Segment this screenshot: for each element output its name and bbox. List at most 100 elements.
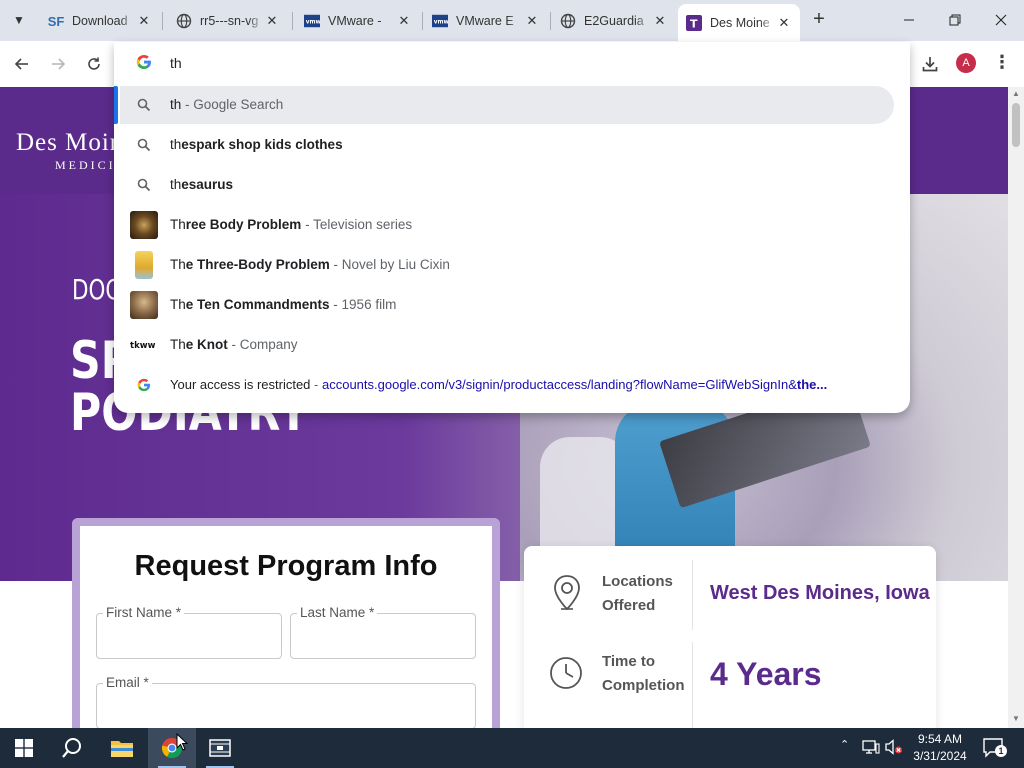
request-info-form: Request Program Info First Name * Last N… — [72, 518, 500, 728]
profile-avatar[interactable]: A — [956, 53, 976, 73]
close-icon — [995, 14, 1007, 26]
omnibox-input-text[interactable]: th — [170, 55, 182, 71]
suggestion-url-text: accounts.google.com/v3/signin/productacc… — [321, 377, 797, 392]
taskbar-media-app[interactable] — [196, 728, 244, 768]
scroll-thumb[interactable] — [1012, 103, 1020, 147]
page-title: Your access is restricted — [170, 377, 311, 392]
tab-e2guardian[interactable]: E2Guardia ✕ — [552, 6, 676, 36]
chevron-down-icon: ▼ — [13, 13, 25, 27]
completion-text: e Ten Commandments — [185, 297, 330, 312]
suggestion-text: thespark shop kids clothes — [170, 137, 343, 152]
back-button[interactable] — [8, 50, 36, 78]
restore-button[interactable] — [932, 0, 978, 40]
globe-icon — [560, 13, 576, 29]
restore-icon — [949, 14, 961, 26]
location-pin-icon — [547, 573, 587, 613]
time-label: Time to Completion — [602, 650, 692, 698]
tab-strip: ▼ SF Download ✕ rr5---sn-vg ✕ vmw VMware… — [0, 0, 1024, 41]
reload-icon — [88, 57, 100, 70]
show-hidden-icons[interactable]: ⌃ — [840, 738, 849, 751]
film-icon — [209, 739, 231, 757]
film-poster-thumbnail — [130, 291, 158, 319]
last-name-field[interactable]: Last Name * — [290, 605, 476, 659]
tab-vmware-1[interactable]: vmw VMware - ✕ — [296, 6, 420, 36]
suggestion-entity[interactable]: The Ten Commandments - 1956 film — [114, 286, 910, 324]
locations-value: West Des Moines, Iowa — [710, 582, 930, 604]
tab-rr5[interactable]: rr5---sn-vg ✕ — [168, 6, 288, 36]
minimize-icon — [904, 19, 914, 21]
address-bar[interactable]: th — [114, 42, 910, 84]
minimize-button[interactable] — [886, 0, 932, 40]
typed-text: th — [170, 177, 182, 192]
taskbar-search-button[interactable] — [48, 728, 96, 768]
tab-title: Des Moine — [710, 15, 770, 30]
taskbar-clock[interactable]: 9:54 AM 3/31/2024 — [908, 731, 972, 765]
tab-vmware-2[interactable]: vmw VMware E ✕ — [424, 6, 548, 36]
tab-download[interactable]: SF Download ✕ — [40, 6, 160, 36]
tab-des-moines[interactable]: T Des Moine ✕ — [678, 4, 800, 41]
suggestion-text: The Ten Commandments - 1956 film — [170, 297, 396, 312]
close-icon[interactable]: ✕ — [652, 13, 668, 29]
start-button[interactable] — [0, 728, 48, 768]
taskbar-file-explorer[interactable] — [98, 728, 146, 768]
reload-button[interactable] — [80, 50, 108, 78]
suggestion-search[interactable]: th - Google Search — [114, 86, 894, 124]
scroll-down-icon[interactable]: ▼ — [1008, 712, 1024, 726]
suggestion-url[interactable]: Your access is restricted - accounts.goo… — [114, 366, 910, 404]
omnibox-dropdown: th th - Google Search thespark shop kids… — [114, 42, 910, 413]
suggestion-search[interactable]: thespark shop kids clothes — [114, 126, 910, 164]
volume-muted-icon[interactable] — [885, 739, 903, 758]
tab-title: rr5---sn-vg — [200, 14, 259, 28]
label-line: Completion — [602, 677, 685, 694]
search-icon — [62, 738, 81, 758]
completion-text: espark shop kids clothes — [181, 137, 343, 152]
tab-search-button[interactable]: ▼ — [6, 8, 32, 32]
svg-text:vmw: vmw — [306, 20, 320, 26]
label-line: Locations — [602, 573, 673, 590]
last-name-label: Last Name * — [297, 605, 378, 620]
program-info-card: Locations Offered West Des Moines, Iowa … — [524, 546, 936, 728]
sf-favicon-icon: SF — [47, 13, 65, 29]
the-knot-logo-icon: tkww — [130, 331, 158, 359]
close-icon[interactable]: ✕ — [524, 13, 540, 29]
new-tab-button[interactable]: + — [808, 9, 830, 31]
email-field[interactable]: Email * — [96, 675, 476, 728]
clock-time: 9:54 AM — [917, 732, 963, 746]
page-scrollbar[interactable]: ▲ ▼ — [1008, 87, 1024, 728]
folder-icon — [111, 741, 133, 757]
dmu-favicon-icon: T — [686, 14, 702, 31]
tab-separator — [550, 12, 551, 30]
suggestion-search[interactable]: thesaurus — [114, 166, 910, 204]
suggestion-suffix: - Novel by Liu Cixin — [329, 257, 450, 272]
close-icon[interactable]: ✕ — [264, 13, 280, 29]
book-cover-thumbnail — [130, 251, 158, 279]
three-body-tv-thumbnail — [130, 211, 158, 239]
search-icon — [130, 131, 158, 159]
label-line: Offered — [602, 597, 656, 614]
close-window-button[interactable] — [978, 0, 1024, 40]
suggestion-entity[interactable]: The Three-Body Problem - Novel by Liu Ci… — [114, 246, 910, 284]
close-icon[interactable]: ✕ — [396, 13, 412, 29]
close-icon[interactable]: ✕ — [776, 15, 792, 31]
more-menu-icon[interactable]: ⋮ — [992, 51, 1012, 75]
first-name-field[interactable]: First Name * — [96, 605, 282, 659]
suggestion-entity[interactable]: Three Body Problem - Television series — [114, 206, 910, 244]
tab-title: VMware - — [328, 14, 382, 28]
typed-text: Th — [170, 297, 186, 312]
suggestion-entity[interactable]: tkww The Knot - Company — [114, 326, 910, 364]
downloads-button[interactable] — [916, 50, 944, 78]
network-icon[interactable] — [862, 739, 880, 758]
scroll-up-icon[interactable]: ▲ — [1008, 87, 1024, 101]
windows-logo-icon — [15, 739, 33, 757]
notification-center[interactable]: 1 — [982, 736, 1007, 761]
taskbar-chrome[interactable] — [148, 728, 196, 768]
tab-separator — [292, 12, 293, 30]
close-icon[interactable]: ✕ — [136, 13, 152, 29]
first-name-label: First Name * — [103, 605, 185, 620]
forward-button[interactable] — [44, 50, 72, 78]
suggestion-url-bold: the... — [796, 377, 828, 392]
selection-indicator — [114, 86, 118, 124]
google-icon — [130, 371, 158, 399]
suggestion-suffix: - Television series — [301, 217, 413, 232]
email-label: Email * — [103, 675, 152, 690]
